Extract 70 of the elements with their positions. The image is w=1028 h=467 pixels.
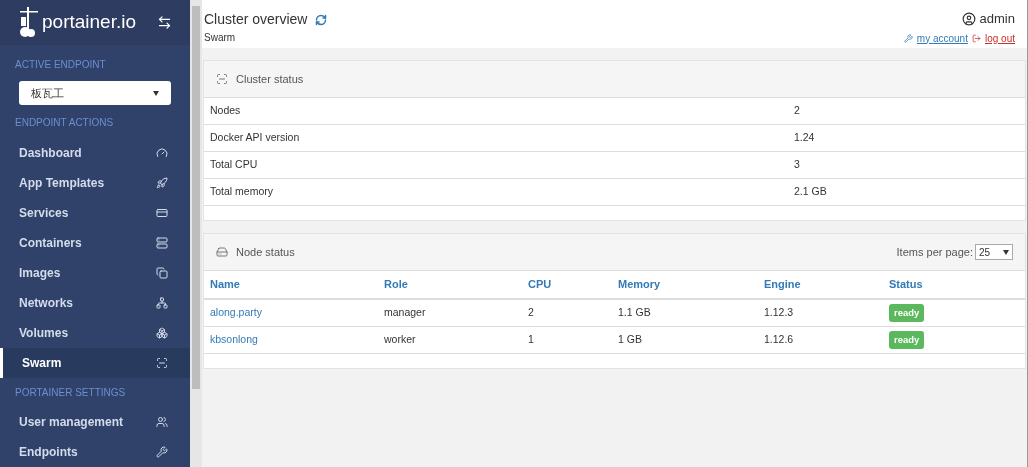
window-icon: [156, 207, 168, 219]
logo-text: portainer.io: [42, 10, 136, 35]
sidebar-item[interactable]: Images: [0, 258, 190, 288]
users-icon: [156, 416, 168, 428]
wrench-icon: [156, 446, 168, 458]
caret-icon: [1003, 249, 1009, 255]
section-title: ACTIVE ENDPOINT: [14, 58, 107, 73]
column-header[interactable]: CPU: [528, 276, 618, 293]
section-title: PORTAINER SETTINGS: [14, 386, 127, 400]
table-cell-text: Docker API version: [210, 130, 301, 146]
log-out-link[interactable]: log out: [984, 30, 1015, 46]
table-cell-text: 2: [528, 305, 535, 321]
node-link[interactable]: kbsonlong: [210, 332, 384, 348]
endpoint-select[interactable]: 板瓦工: [19, 81, 171, 105]
status-badge: ready: [889, 330, 925, 350]
sidebar-item[interactable]: Services: [0, 198, 190, 228]
breadcrumb: Swarm: [204, 31, 237, 45]
logout-icon: [971, 33, 981, 43]
sidebar-item[interactable]: Volumes: [0, 318, 190, 348]
sidebar-item[interactable]: User management: [0, 407, 190, 437]
username: admin: [979, 10, 1015, 28]
table-cell: 1.24: [794, 130, 815, 146]
node-link[interactable]: along.party: [210, 305, 384, 321]
column-header[interactable]: Name: [210, 276, 384, 293]
column-header[interactable]: Memory: [618, 276, 764, 293]
sidebar-item[interactable]: Swarm: [0, 348, 190, 378]
refresh-icon[interactable]: [315, 13, 328, 26]
copy-icon: [156, 267, 168, 279]
table-cell-text: worker: [384, 332, 417, 348]
column-header[interactable]: Status: [889, 276, 923, 293]
items-per-page-label: Items per page:: [896, 244, 973, 260]
panel-title: Cluster status: [236, 71, 304, 87]
frame-icon: [216, 73, 228, 85]
panel-title: Node status: [236, 244, 295, 260]
crane-logo-icon: [18, 6, 40, 39]
sidebar-item[interactable]: Endpoints: [0, 437, 190, 467]
network-icon: [156, 297, 168, 309]
hard-drive-icon: [216, 246, 228, 258]
table-cell: 3: [794, 157, 800, 173]
status-badge: ready: [889, 303, 925, 323]
sidebar-item[interactable]: Containers: [0, 228, 190, 258]
table-cell-text: 1.12.6: [764, 332, 795, 348]
table-cell-text: 1 GB: [618, 332, 643, 348]
table-cell-text: 1.1 GB: [618, 305, 652, 321]
table-cell-text: Total memory: [210, 184, 274, 200]
gauge-icon: [156, 147, 168, 159]
section-title: ENDPOINT ACTIONS: [14, 116, 115, 130]
toggle-icon[interactable]: [157, 15, 172, 31]
table-cell-text: Nodes: [210, 103, 242, 119]
sidebar-item[interactable]: App Templates: [0, 168, 190, 198]
page-title: Cluster overview: [204, 10, 308, 29]
table-cell-text: Total CPU: [210, 157, 259, 173]
rocket-icon: [156, 177, 168, 189]
table-cell: 2.1 GB: [794, 184, 827, 200]
table-cell: 2: [794, 103, 800, 119]
items-per-page-select[interactable]: 25: [975, 244, 1013, 260]
table-cell-text: 1: [528, 332, 535, 348]
caret-icon: [153, 90, 159, 96]
user-icon: [961, 11, 976, 26]
boxes-icon: [156, 327, 168, 339]
column-header[interactable]: Role: [384, 276, 528, 293]
wrench-icon: [903, 33, 913, 43]
sidebar-item[interactable]: Dashboard: [0, 138, 190, 168]
server-icon: [156, 237, 168, 249]
sidebar-item[interactable]: Networks: [0, 288, 190, 318]
column-header[interactable]: Engine: [764, 276, 889, 293]
table-cell-text: 1.12.3: [764, 305, 795, 321]
my-account-link[interactable]: my account: [916, 30, 968, 46]
frame-icon: [156, 357, 168, 369]
table-cell-text: manager: [384, 305, 427, 321]
